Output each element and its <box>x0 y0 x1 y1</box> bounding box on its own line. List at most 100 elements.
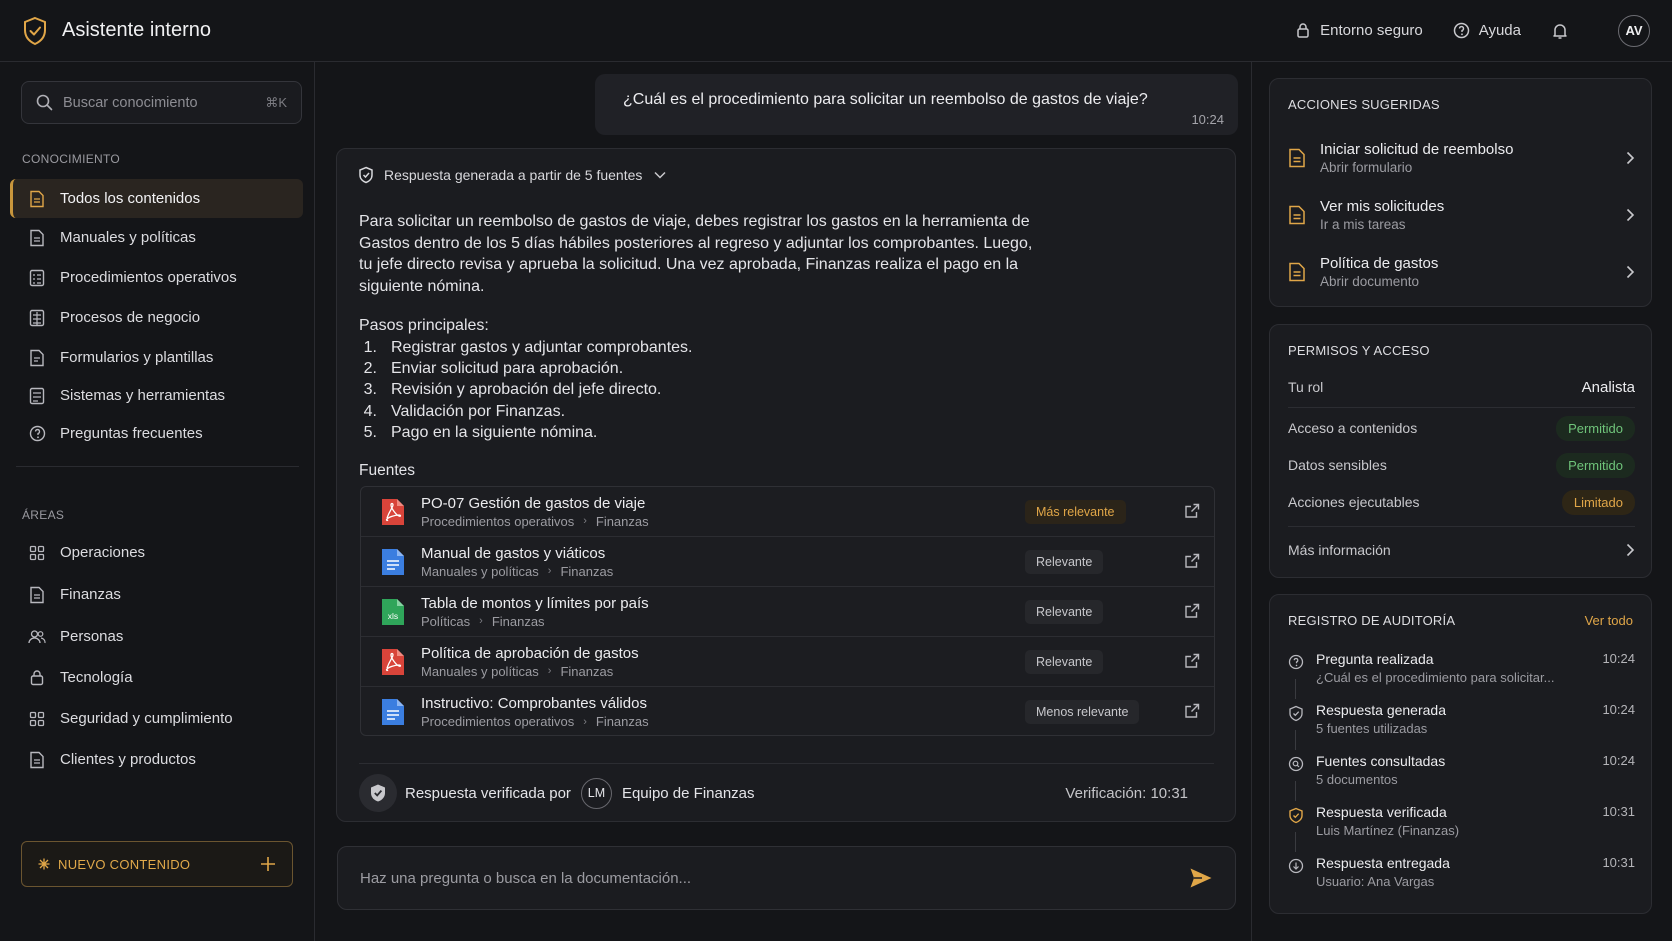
action-view-requests[interactable]: Ver mis solicitudes Ir a mis tareas <box>1288 190 1635 240</box>
external-link-icon[interactable] <box>1184 503 1200 519</box>
notifications-button[interactable] <box>1551 22 1578 40</box>
audit-entry-title: Respuesta entregada <box>1316 855 1450 871</box>
permission-label: Datos sensibles <box>1288 457 1387 473</box>
sidebar-item-systems[interactable]: Sistemas y herramientas <box>10 376 303 415</box>
sidebar-item-label: Personas <box>60 628 124 645</box>
sidebar-item-label: Manuales y políticas <box>60 229 196 246</box>
verified-shield-icon <box>1288 807 1304 824</box>
audit-entry: Respuesta verificada Luis Martínez (Fina… <box>1288 804 1635 848</box>
relevance-badge: Más relevante <box>1025 500 1126 524</box>
relevance-badge: Relevante <box>1025 650 1104 674</box>
doc-file-icon <box>381 548 405 576</box>
audit-entry-title: Respuesta verificada <box>1316 804 1447 820</box>
top-bar: Asistente interno Entorno seguro Ayuda A… <box>0 0 1672 62</box>
brand[interactable]: Asistente interno <box>22 16 211 46</box>
verifier-team: Equipo de Finanzas <box>621 784 755 802</box>
steps-list: 1. Registrar gastos y adjuntar comprobant… <box>359 339 693 445</box>
send-icon[interactable] <box>1189 867 1213 889</box>
chevron-right-icon <box>1626 151 1635 165</box>
secure-environment-indicator[interactable]: Entorno seguro <box>1295 22 1423 39</box>
permission-label: Acceso a contenidos <box>1288 420 1418 436</box>
answer-sources-toggle[interactable]: Respuesta generada a partir de 5 fuentes <box>358 166 676 184</box>
external-link-icon[interactable] <box>1184 553 1200 569</box>
chevron-right-icon: › <box>583 715 587 728</box>
sidebar-divider <box>16 466 299 467</box>
document-icon <box>1288 205 1306 225</box>
secure-label: Entorno seguro <box>1320 22 1423 39</box>
sidebar-item-label: Procedimientos operativos <box>60 269 237 286</box>
composer-input[interactable]: Haz una pregunta o busca en la documenta… <box>360 870 1189 887</box>
role-row: Tu rol Analista <box>1288 372 1635 402</box>
chevron-down-icon <box>654 171 666 179</box>
verification-divider <box>359 763 1214 764</box>
sidebar-item-label: Procesos de negocio <box>60 309 201 326</box>
app-title: Asistente interno <box>62 19 211 41</box>
permission-status-badge: Limitado <box>1561 489 1635 515</box>
lock-icon <box>1295 22 1311 39</box>
shield-check-icon <box>1288 705 1304 722</box>
source-path-category: Manuales y políticas <box>421 563 539 579</box>
sidebar-item-business-processes[interactable]: Procesos de negocio <box>10 298 303 337</box>
audit-entry-title: Respuesta generada <box>1316 702 1446 718</box>
permission-row: Datos sensibles Permitido <box>1288 450 1635 480</box>
source-path-category: Políticas <box>421 613 471 629</box>
sidebar-item-technology[interactable]: Tecnología <box>10 658 303 697</box>
sidebar-item-label: Todos los contenidos <box>60 190 201 207</box>
source-path-category: Procedimientos operativos <box>421 513 575 529</box>
sidebar-item-people[interactable]: Personas <box>10 617 303 656</box>
sidebar-item-finance[interactable]: Finanzas <box>10 575 303 614</box>
user-avatar[interactable]: AV <box>1618 14 1650 47</box>
sidebar-item-procedures[interactable]: Procedimientos operativos <box>10 258 303 297</box>
audit-entry: Pregunta realizada ¿Cuál es el procedimi… <box>1288 651 1635 695</box>
source-row[interactable]: Política de aprobación de gastos Manuale… <box>361 637 1214 687</box>
process-grid-icon <box>28 309 46 327</box>
source-path-category: Manuales y políticas <box>421 663 539 679</box>
chevron-right-icon <box>1626 208 1635 222</box>
help-circle-icon <box>1453 22 1470 39</box>
sidebar-item-faq[interactable]: Preguntas frecuentes <box>10 414 303 453</box>
document-icon <box>28 190 46 208</box>
chat-area: ¿Cuál es el procedimiento para solicitar… <box>316 62 1251 941</box>
sidebar-item-label: Operaciones <box>60 544 146 561</box>
sidebar-item-all-content[interactable]: Todos los contenidos <box>10 179 303 218</box>
search-input[interactable]: Buscar conocimiento ⌘K <box>21 81 302 124</box>
suggested-actions-panel: ACCIONES SUGERIDAS Iniciar solicitud de … <box>1269 78 1652 307</box>
new-content-label: NUEVO CONTENIDO <box>58 856 191 872</box>
audit-entry-title: Pregunta realizada <box>1316 651 1434 667</box>
message-composer[interactable]: Haz una pregunta o busca en la documenta… <box>337 846 1236 910</box>
verified-shield-icon <box>359 774 397 812</box>
source-row[interactable]: PO-07 Gestión de gastos de viaje Procedi… <box>361 487 1214 537</box>
source-row[interactable]: xls Tabla de montos y límites por país P… <box>361 587 1214 637</box>
external-link-icon[interactable] <box>1184 603 1200 619</box>
document-icon <box>1288 262 1306 282</box>
sidebar-item-security[interactable]: Seguridad y cumplimiento <box>10 699 303 738</box>
permissions-title: PERMISOS Y ACCESO <box>1288 343 1430 358</box>
action-start-reimbursement[interactable]: Iniciar solicitud de reembolso Abrir form… <box>1288 133 1635 183</box>
external-link-icon[interactable] <box>1184 653 1200 669</box>
external-link-icon[interactable] <box>1184 703 1200 719</box>
audit-entry-detail: Usuario: Ana Vargas <box>1316 874 1435 889</box>
sidebar-item-forms[interactable]: Formularios y plantillas <box>10 338 303 377</box>
source-row[interactable]: Manual de gastos y viáticos Manuales y p… <box>361 537 1214 587</box>
audit-title: REGISTRO DE AUDITORÍA <box>1288 613 1456 628</box>
source-row[interactable]: Instructivo: Comprobantes válidos Proced… <box>361 687 1214 737</box>
help-link[interactable]: Ayuda <box>1453 22 1521 39</box>
role-value: Analista <box>1581 378 1635 396</box>
sidebar-item-operations[interactable]: Operaciones <box>10 533 303 572</box>
relevance-badge: Relevante <box>1025 550 1104 574</box>
answer-line: tu jefe directo revisa y aprueba la soli… <box>359 256 1019 273</box>
step-item: 3. Revisión y aprobación del jefe directo… <box>359 381 692 402</box>
sidebar-item-manuals[interactable]: Manuales y políticas <box>10 218 303 257</box>
sidebar-item-label: Formularios y plantillas <box>60 349 214 366</box>
audit-view-all-link[interactable]: Ver todo <box>1585 613 1633 628</box>
doc-file-icon <box>381 698 405 726</box>
sidebar-item-clients[interactable]: Clientes y productos <box>10 740 303 779</box>
action-expense-policy[interactable]: Política de gastos Abrir documento <box>1288 247 1635 297</box>
step-item: 2. Enviar solicitud para aprobación. <box>359 360 692 381</box>
form-icon <box>28 349 46 367</box>
permissions-divider <box>1288 526 1635 527</box>
new-content-button[interactable]: NUEVO CONTENIDO <box>21 841 293 887</box>
verifier-avatar[interactable]: LM <box>580 777 612 809</box>
permission-status-badge: Permitido <box>1556 415 1635 441</box>
more-info-link[interactable]: Más información <box>1288 535 1635 565</box>
